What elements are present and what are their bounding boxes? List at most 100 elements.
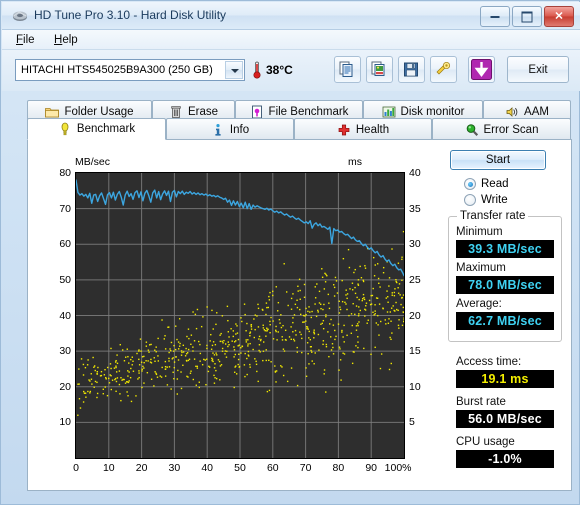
info-icon	[211, 123, 225, 137]
tab-benchmark-label: Benchmark	[76, 123, 136, 135]
tab-file-benchmark-label: File Benchmark	[268, 105, 349, 118]
thermometer-icon	[253, 61, 261, 79]
transfer-rate-title: Transfer rate	[457, 210, 529, 222]
cpu-usage-label: CPU usage	[456, 436, 515, 448]
x-tick-90: 90	[365, 462, 378, 474]
folder-icon	[45, 105, 60, 119]
file-benchmark-icon	[250, 105, 264, 119]
tab-health[interactable]: Health	[294, 118, 432, 140]
close-icon: ✕	[554, 10, 564, 22]
copy-text-icon	[339, 61, 353, 77]
x-tick-80: 80	[332, 462, 345, 474]
y2-axis-label: ms	[348, 156, 362, 168]
x-tick-70: 70	[299, 462, 312, 474]
y2-tick-20: 20	[409, 309, 421, 322]
benchmark-chart: MB/sec ms 10 20 30 40 50 60 70 80 5 10 15 20 25 30 35…	[48, 154, 436, 474]
cpu-usage-value: -1.0%	[456, 450, 554, 468]
temperature-indicator: 38°C	[252, 61, 293, 79]
average-label: Average:	[456, 298, 502, 310]
access-time-label: Access time:	[456, 356, 522, 368]
burst-rate-value: 56.0 MB/sec	[456, 410, 554, 428]
x-tick-10: 10	[102, 462, 115, 474]
window-title: HD Tune Pro 3.10 - Hard Disk Utility	[34, 8, 227, 22]
copy-image-icon	[371, 61, 385, 76]
drive-select[interactable]: HITACHI HTS545025B9A300 (250 GB)	[15, 59, 245, 81]
title-bar: HD Tune Pro 3.10 - Hard Disk Utility ✕	[2, 2, 580, 30]
copy-image-button[interactable]	[366, 56, 393, 83]
plot-area	[75, 172, 405, 459]
tab-benchmark[interactable]: Benchmark	[27, 118, 166, 140]
minimum-label: Minimum	[456, 226, 503, 238]
app-icon	[13, 11, 27, 21]
health-cross-icon	[337, 123, 351, 137]
tab-error-scan[interactable]: Error Scan	[432, 118, 571, 140]
y2-tick-25: 25	[409, 273, 421, 286]
maximum-label: Maximum	[456, 262, 506, 274]
y2-tick-15: 15	[409, 345, 421, 358]
copy-text-button[interactable]	[334, 56, 361, 83]
benchmark-panel: MB/sec ms 10 20 30 40 50 60 70 80 5 10 15 20 25 30 35…	[27, 139, 572, 491]
y-tick-60: 60	[59, 238, 71, 251]
trash-icon	[169, 105, 183, 119]
menu-file[interactable]: File	[10, 33, 41, 47]
tab-folder-usage-label: Folder Usage	[64, 105, 134, 118]
speaker-icon	[505, 105, 519, 119]
burst-rate-label: Burst rate	[456, 396, 506, 408]
minimize-button[interactable]	[480, 6, 510, 27]
temperature-value: 38°C	[266, 63, 293, 77]
y2-tick-40: 40	[409, 167, 421, 179]
menu-help[interactable]: Help	[48, 33, 84, 47]
x-tick-20: 20	[135, 462, 148, 474]
y-tick-30: 30	[59, 345, 71, 358]
download-arrow-icon	[471, 59, 492, 80]
menu-bar: File Help	[2, 30, 580, 50]
chevron-down-icon[interactable]	[225, 61, 243, 79]
radio-read-indicator[interactable]	[464, 178, 476, 190]
y2-tick-35: 35	[409, 202, 421, 215]
plot-canvas	[75, 173, 405, 458]
x-tick-0: 0	[73, 462, 79, 474]
x-tick-30: 30	[168, 462, 181, 474]
tab-info-label: Info	[229, 123, 250, 136]
tab-erase-label: Erase	[187, 105, 219, 118]
hd-tune-window: HD Tune Pro 3.10 - Hard Disk Utility ✕ F…	[0, 0, 580, 505]
tab-health-label: Health	[355, 123, 390, 136]
y-tick-70: 70	[59, 202, 71, 215]
y-tick-40: 40	[59, 309, 71, 322]
settings-button[interactable]	[430, 56, 457, 83]
tab-aam-label: AAM	[524, 105, 549, 118]
y2-tick-10: 10	[409, 380, 421, 393]
radio-write-indicator[interactable]	[464, 194, 476, 206]
radio-write[interactable]: Write	[464, 194, 508, 206]
maximize-button[interactable]	[512, 6, 542, 27]
radio-read[interactable]: Read	[464, 178, 509, 190]
radio-write-label: Write	[481, 194, 508, 206]
y2-tick-5: 5	[409, 416, 415, 429]
access-time-value: 19.1 ms	[456, 370, 554, 388]
x-tick-100%: 100%	[384, 462, 412, 474]
benchmark-icon	[58, 122, 72, 136]
y-tick-50: 50	[59, 273, 71, 286]
tab-info[interactable]: Info	[166, 118, 294, 140]
x-tick-60: 60	[266, 462, 279, 474]
window-controls: ✕	[480, 6, 574, 27]
tab-disk-monitor-label: Disk monitor	[400, 105, 465, 118]
y-tick-10: 10	[59, 416, 71, 429]
floppy-save-icon	[404, 62, 418, 77]
maximum-value: 78.0 MB/sec	[456, 276, 554, 294]
y2-tick-30: 30	[409, 238, 421, 251]
y-tick-80: 80	[59, 167, 71, 179]
exit-button[interactable]: Exit	[507, 56, 569, 83]
bar-chart-icon	[382, 105, 396, 119]
tab-error-scan-label: Error Scan	[483, 123, 539, 136]
magnifier-icon	[465, 123, 479, 137]
minimum-value: 39.3 MB/sec	[456, 240, 554, 258]
x-tick-50: 50	[234, 462, 246, 474]
start-button[interactable]: Start	[450, 150, 546, 170]
average-value: 62.7 MB/sec	[456, 312, 554, 330]
close-button[interactable]: ✕	[544, 6, 574, 27]
save-button[interactable]	[398, 56, 425, 83]
drive-select-value: HITACHI HTS545025B9A300 (250 GB)	[21, 64, 213, 76]
download-button[interactable]	[468, 56, 495, 83]
gold-tools-icon	[436, 61, 451, 75]
